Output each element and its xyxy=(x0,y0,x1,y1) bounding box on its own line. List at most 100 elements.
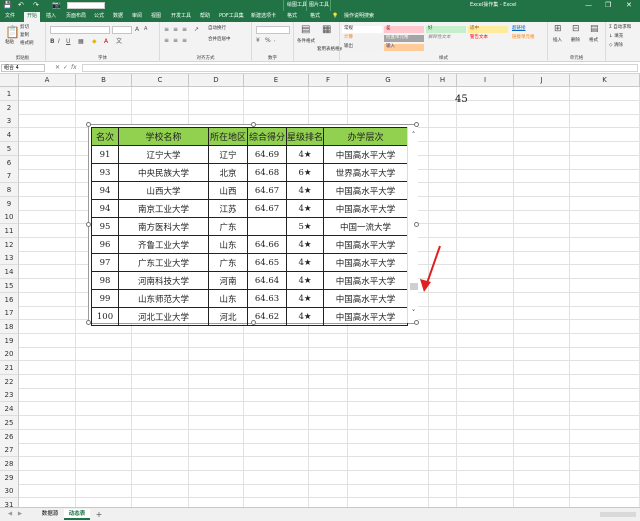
name-box[interactable]: 组合 4 xyxy=(1,64,45,72)
tab-file[interactable]: 文件 xyxy=(5,13,15,20)
autosum-button[interactable]: Σ 自动求和 xyxy=(609,25,631,31)
font-name-select[interactable] xyxy=(50,26,110,34)
tell-me-search[interactable]: 操作说明搜索 xyxy=(344,13,374,20)
fill-color-icon[interactable]: ◆ xyxy=(92,37,97,46)
tab-format-picture[interactable]: 格式 xyxy=(310,13,320,20)
font-size-select[interactable] xyxy=(112,26,132,34)
style-calculation[interactable]: 计算 xyxy=(342,35,382,42)
prev-sheet-icon[interactable]: ◀ xyxy=(6,509,14,520)
comma-icon[interactable]: , xyxy=(274,36,276,45)
number-group: ¥ % , 数字 xyxy=(252,22,294,62)
copy-button[interactable]: 复制 xyxy=(20,33,29,39)
worksheet-grid[interactable]: ABCDEFGHIJK 1 2 3 4 5 6 7 8 9 10 11 12 13 14 15 16 17 18 1… xyxy=(0,74,640,507)
format-cells-button[interactable]: 格式 xyxy=(589,38,598,44)
conditional-format-icon[interactable]: ▤ xyxy=(301,25,310,35)
insert-cells-button[interactable]: 插入 xyxy=(553,38,562,44)
enter-icon[interactable]: ✓ xyxy=(63,64,68,72)
tab-page-layout[interactable]: 页面布局 xyxy=(66,13,86,20)
tab-format-drawing[interactable]: 格式 xyxy=(287,13,297,20)
style-good[interactable]: 好 xyxy=(426,26,466,33)
paste-button[interactable]: 粘贴 xyxy=(5,40,14,46)
grow-font-icon[interactable]: A xyxy=(135,25,139,34)
orientation-icon[interactable]: ↗ xyxy=(194,25,199,34)
style-output[interactable]: 输出 xyxy=(342,44,382,51)
undo-icon[interactable]: ↶ xyxy=(18,1,24,9)
percent-icon[interactable]: % xyxy=(265,36,271,45)
style-explanatory[interactable]: 解释性文本 xyxy=(426,35,466,42)
insert-cells-icon[interactable]: ⊞ xyxy=(554,25,562,34)
formula-bar: 组合 4 ✕ ✓ fx xyxy=(0,62,640,74)
border-icon[interactable]: ▦ xyxy=(78,37,84,46)
shrink-font-icon[interactable]: A xyxy=(144,25,147,34)
wrap-text-button[interactable]: 自动换行 xyxy=(208,26,226,32)
camera-icon[interactable]: 📷 xyxy=(52,1,61,9)
tab-developer[interactable]: 开发工具 xyxy=(171,13,191,20)
divider xyxy=(306,0,307,11)
align-center-icon[interactable]: ≡ xyxy=(173,36,178,45)
underline-icon[interactable]: U xyxy=(66,37,70,46)
style-normal[interactable]: 常规 xyxy=(342,26,382,33)
tab-formulas[interactable]: 公式 xyxy=(94,13,104,20)
align-middle-icon[interactable]: ≡ xyxy=(173,25,178,34)
delete-cells-button[interactable]: 删除 xyxy=(571,38,580,44)
format-cells-icon[interactable]: ▤ xyxy=(590,25,599,34)
bold-icon[interactable]: B xyxy=(50,37,55,46)
align-right-icon[interactable]: ≡ xyxy=(182,36,187,45)
delete-cells-icon[interactable]: ⊟ xyxy=(572,25,580,34)
picture-tools-label: 图片工具 xyxy=(309,2,330,8)
tab-data[interactable]: 数据 xyxy=(113,13,123,20)
font-group: A A B I U ▦ ◆ A 文 字体 xyxy=(46,22,160,62)
save-icon[interactable]: 💾 xyxy=(3,1,12,9)
merge-center-button[interactable]: 合并后居中 xyxy=(208,37,231,43)
red-arrow-annotation xyxy=(420,245,441,292)
window-title: Excel操作集 - Excel xyxy=(470,2,517,8)
restore-button[interactable]: ❐ xyxy=(605,1,611,9)
number-format-select[interactable] xyxy=(256,26,290,34)
align-bottom-icon[interactable]: ≡ xyxy=(182,25,187,34)
clipboard-label: 剪贴板 xyxy=(15,56,30,61)
align-top-icon[interactable]: ≡ xyxy=(164,25,169,34)
currency-icon[interactable]: ¥ xyxy=(256,36,260,45)
divider xyxy=(283,0,284,11)
style-neutral[interactable]: 适中 xyxy=(468,26,508,33)
style-bad[interactable]: 差 xyxy=(384,26,424,33)
font-color-icon[interactable]: A xyxy=(104,37,108,46)
minimize-button[interactable]: — xyxy=(585,1,592,9)
close-button[interactable]: ✕ xyxy=(626,1,632,9)
conditional-format-button[interactable]: 条件格式 xyxy=(297,39,315,45)
tab-insert[interactable]: 插入 xyxy=(46,13,56,20)
redo-icon[interactable]: ↷ xyxy=(33,1,39,9)
italic-icon[interactable]: I xyxy=(58,37,60,46)
tab-new-tab[interactable]: 新建选项卡 xyxy=(251,13,276,20)
cut-button[interactable]: 剪切 xyxy=(20,25,29,31)
sheet-tab-data-source[interactable]: 数据源 xyxy=(37,509,63,520)
tab-review[interactable]: 审阅 xyxy=(132,13,142,20)
tab-home[interactable]: 开始 xyxy=(24,12,41,22)
quick-access-dropdown[interactable] xyxy=(67,2,105,9)
style-warning[interactable]: 警告文本 xyxy=(468,35,508,42)
paste-icon[interactable]: 📋 xyxy=(5,26,20,39)
cancel-icon[interactable]: ✕ xyxy=(55,64,60,72)
fill-button[interactable]: ↓ 填充 xyxy=(609,34,623,40)
style-linked-cell[interactable]: 链接单元格 xyxy=(510,35,546,42)
style-check-cell[interactable]: 检查单元格 xyxy=(384,35,424,42)
ribbon: 📋 粘贴 剪切 复制 格式刷 剪贴板 A A B I U ▦ ◆ A 文 字体 … xyxy=(0,22,640,62)
phonetic-icon[interactable]: 文 xyxy=(116,37,122,46)
tab-pdf-tools[interactable]: PDF工具集 xyxy=(219,13,244,20)
title-bar: 💾 ↶ ↷ 📷 绘图工具 图片工具 Excel操作集 - Excel — ❐ ✕ xyxy=(0,0,640,11)
tab-view[interactable]: 视图 xyxy=(151,13,161,20)
sheet-tab-bar: ◀ ▶ 数据源 动态表 + xyxy=(0,507,640,521)
next-sheet-icon[interactable]: ▶ xyxy=(16,509,24,520)
horizontal-scrollbar[interactable] xyxy=(600,512,636,517)
sheet-tab-dynamic[interactable]: 动态表 xyxy=(64,509,90,520)
format-painter-button[interactable]: 格式刷 xyxy=(20,41,34,47)
formula-input[interactable] xyxy=(82,64,638,72)
format-table-icon[interactable]: ▦ xyxy=(322,25,331,35)
tab-help[interactable]: 帮助 xyxy=(200,13,210,20)
fx-icon[interactable]: fx xyxy=(71,64,77,72)
align-left-icon[interactable]: ≡ xyxy=(164,36,169,45)
style-hyperlink[interactable]: 超链接 xyxy=(510,26,546,33)
clear-button[interactable]: ◇ 清除 xyxy=(609,43,623,49)
add-sheet-button[interactable]: + xyxy=(94,509,104,520)
style-input[interactable]: 输入 xyxy=(384,44,424,51)
